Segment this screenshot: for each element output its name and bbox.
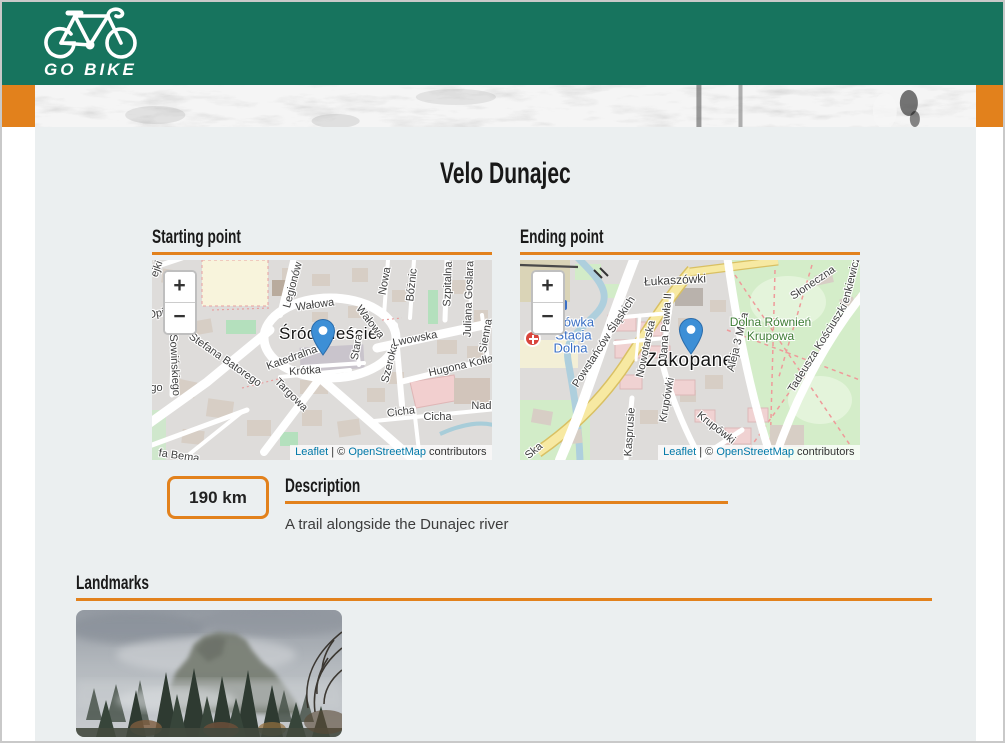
starting-point-heading: Starting point [152,227,241,249]
description-heading-wrap: Description [285,476,728,504]
page-title: Velo Dunajec [35,157,976,191]
description-text: A trail alongside the Dunajec river [285,516,728,533]
banner-image [35,85,976,127]
landmark-photo[interactable] [76,610,342,737]
starting-point-map[interactable]: + − Leaflet | © OpenStreetMap contributo… [152,260,492,460]
attr-contributors: contributors [426,446,487,458]
attr-contributors: contributors [794,446,855,458]
gobike-logo[interactable]: GO BIKE [42,7,142,80]
zoom-in-button[interactable]: + [165,272,195,303]
leaflet-link[interactable]: Leaflet [663,446,696,458]
map-label: Juliana Goslara [461,261,476,338]
map-attribution: Leaflet | © OpenStreetMap contributors [290,445,491,460]
zoom-control: + − [163,270,197,335]
banner-row [2,85,1003,127]
zoom-in-button[interactable]: + [533,272,563,303]
osm-link[interactable]: OpenStreetMap [716,446,794,458]
start-map-tiles [152,260,492,460]
left-margin [2,127,35,741]
orange-accent-left [2,85,35,127]
zoom-out-button[interactable]: − [533,303,563,333]
description-column: Description A trail alongside the Dunaje… [285,476,728,533]
app-window: GO BIKE [0,0,1005,743]
brand-text: GO BIKE [44,60,137,80]
end-marker-icon[interactable] [679,318,703,355]
maps-section: Starting point [152,227,860,460]
gobike-bicycle-icon [42,7,142,59]
attr-separator: | [696,446,705,458]
distance-badge: 190 km [167,476,269,519]
map-label: go [152,382,163,394]
route-card: Velo Dunajec Starting point [35,127,976,741]
map-label: Cicha [423,411,451,423]
ending-point-map[interactable]: + − Leaflet | © OpenStreetMap contributo… [520,260,860,460]
zoom-control: + − [531,270,565,335]
ending-point-column: Ending point [520,227,860,460]
starting-point-heading-wrap: Starting point [152,227,492,255]
osm-link[interactable]: OpenStreetMap [348,446,426,458]
orange-accent-right [976,85,1003,127]
info-row: 190 km Description A trail alongside the… [167,476,976,533]
zoom-out-button[interactable]: − [165,303,195,333]
map-label: Szpitalna [441,261,455,307]
right-margin [976,127,1003,741]
map-label: Dolna [554,341,588,356]
start-marker-icon[interactable] [311,319,335,356]
map-attribution: Leaflet | © OpenStreetMap contributors [658,445,859,460]
attr-copyright: © [337,446,348,458]
landmarks-heading-wrap: Landmarks [76,573,932,601]
leaflet-link[interactable]: Leaflet [295,446,328,458]
ending-point-heading: Ending point [520,227,604,249]
starting-point-column: Starting point [152,227,492,460]
attr-separator: | [328,446,337,458]
landmarks-heading: Landmarks [76,573,149,595]
landmarks-section: Landmarks [76,573,932,737]
content-row: Velo Dunajec Starting point [2,127,1003,741]
ending-point-heading-wrap: Ending point [520,227,860,255]
map-label: Krótka [288,364,321,378]
attr-copyright: © [705,446,716,458]
page-title-text: Velo Dunajec [440,157,571,191]
header: GO BIKE [2,2,1003,85]
map-label: Nadb [471,400,491,412]
map-label: Dolna Równień [730,315,811,329]
map-label: Krupowa [747,329,794,343]
description-heading: Description [285,476,360,498]
